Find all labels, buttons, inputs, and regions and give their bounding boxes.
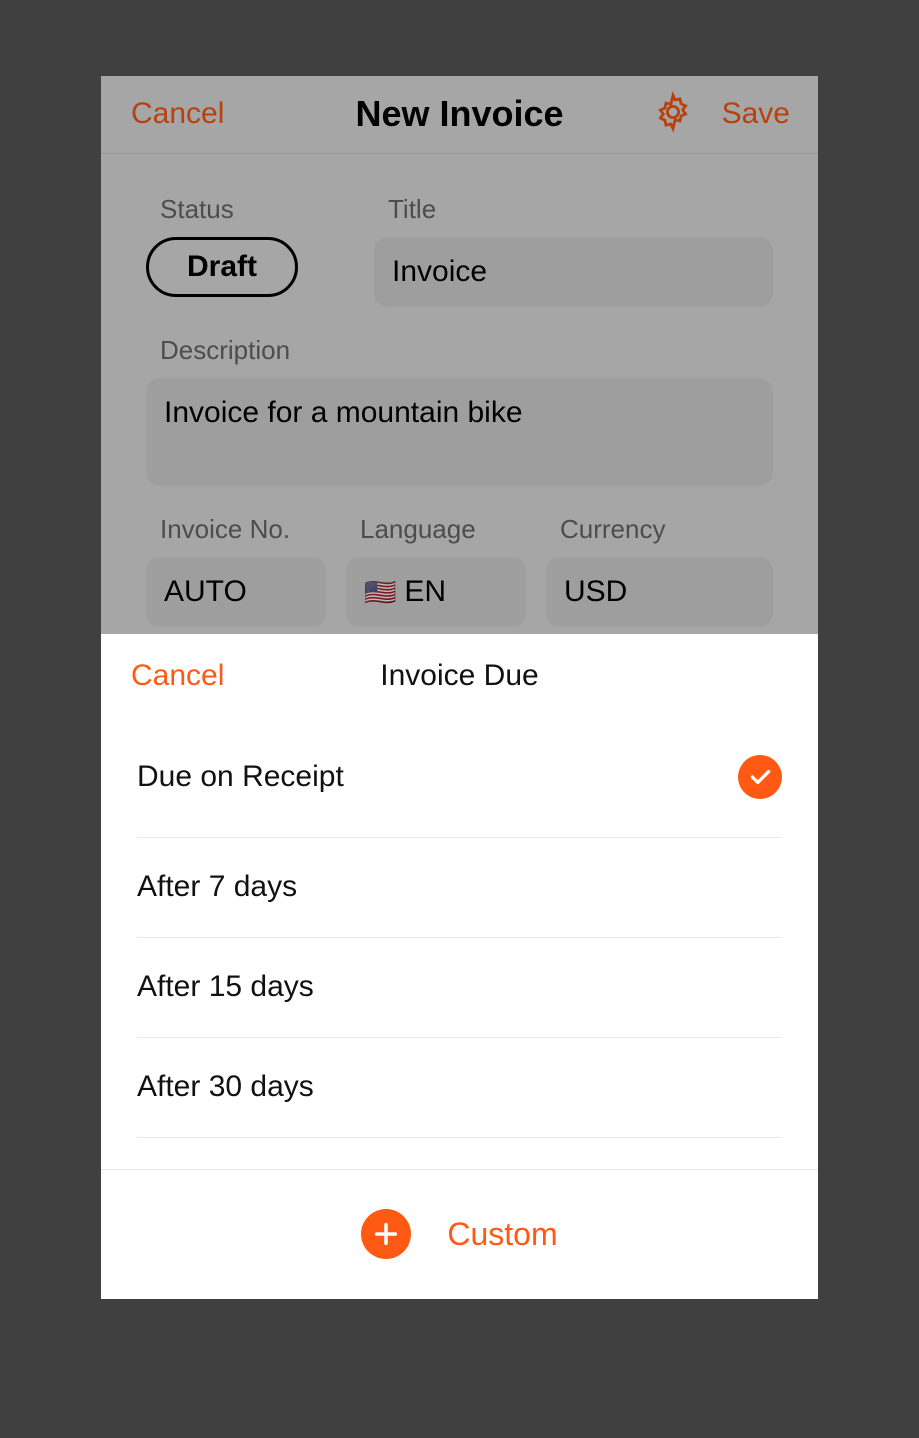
description-label: Description	[146, 335, 773, 366]
plus-icon	[361, 1209, 411, 1259]
gear-icon[interactable]	[652, 91, 694, 138]
field-status: Status Draft	[146, 194, 354, 307]
invoice-due-sheet: Cancel Invoice Due Due on Receipt After …	[101, 634, 818, 1299]
cancel-button[interactable]: Cancel	[131, 97, 224, 131]
sheet-header: Cancel Invoice Due	[101, 634, 818, 718]
option-after-15-days[interactable]: After 15 days	[137, 938, 782, 1038]
invoice-no-input[interactable]: AUTO	[146, 557, 326, 627]
language-select[interactable]: 🇺🇸 EN	[346, 557, 526, 627]
flag-icon: 🇺🇸	[364, 577, 396, 607]
custom-button[interactable]: Custom	[101, 1169, 818, 1299]
field-title: Title Invoice	[374, 194, 773, 307]
field-currency: Currency USD	[546, 514, 773, 627]
check-icon	[738, 755, 782, 799]
custom-label: Custom	[447, 1216, 557, 1253]
invoice-no-label: Invoice No.	[146, 514, 326, 545]
currency-label: Currency	[546, 514, 773, 545]
device-frame: Cancel New Invoice Save Status Draft	[62, 41, 857, 1398]
language-value: EN	[404, 575, 446, 608]
save-button[interactable]: Save	[722, 97, 790, 131]
field-language: Language 🇺🇸 EN	[346, 514, 526, 627]
title-input[interactable]: Invoice	[374, 237, 773, 307]
description-input[interactable]: Invoice for a mountain bike	[146, 378, 773, 486]
option-label: After 15 days	[137, 970, 314, 1004]
sheet-cancel-button[interactable]: Cancel	[131, 659, 224, 693]
option-after-7-days[interactable]: After 7 days	[137, 838, 782, 938]
option-due-on-receipt[interactable]: Due on Receipt	[137, 718, 782, 838]
invoice-header: Cancel New Invoice Save	[101, 76, 818, 154]
option-label: Due on Receipt	[137, 760, 344, 794]
field-description: Description Invoice for a mountain bike	[146, 335, 773, 486]
app-screen: Cancel New Invoice Save Status Draft	[101, 76, 818, 1299]
option-label: After 30 days	[137, 1070, 314, 1104]
due-options-list: Due on Receipt After 7 days After 15 day…	[101, 718, 818, 1169]
status-pill[interactable]: Draft	[146, 237, 298, 297]
title-label: Title	[374, 194, 773, 225]
field-invoice-no: Invoice No. AUTO	[146, 514, 326, 627]
language-label: Language	[346, 514, 526, 545]
option-label: After 7 days	[137, 870, 297, 904]
option-after-30-days[interactable]: After 30 days	[137, 1038, 782, 1138]
status-label: Status	[146, 194, 354, 225]
invoice-form: Status Draft Title Invoice Description I…	[101, 154, 818, 627]
currency-select[interactable]: USD	[546, 557, 773, 627]
